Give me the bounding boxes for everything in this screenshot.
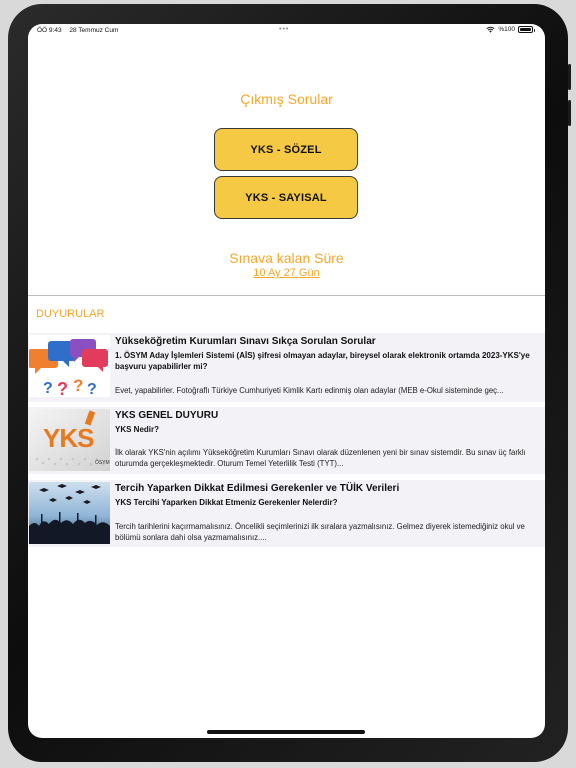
status-date: 28 Temmuz Cum: [69, 27, 119, 34]
section-divider: [28, 295, 545, 296]
announcement-body: Tercih tarihlerini kaçırmamalısınız. Önc…: [115, 522, 525, 542]
svg-text:?: ?: [57, 379, 68, 397]
wifi-icon: [486, 26, 495, 33]
announcement-subtitle: YKS Nedir?: [115, 425, 160, 434]
home-indicator[interactable]: [207, 730, 365, 734]
app-screen: ÖÖ 9:43 28 Temmuz Cum ••• %100 Çıkmış So…: [28, 24, 545, 738]
announcement-body: İlk olarak YKS'nin açılımı Yükseköğretim…: [115, 448, 526, 468]
power-button: [568, 64, 571, 90]
yks-sozel-button[interactable]: YKS - SÖZEL: [214, 128, 358, 171]
battery-icon: [518, 26, 535, 33]
countdown-label: Sınava kalan Süre: [229, 250, 344, 266]
announcement-title: Tercih Yaparken Dikkat Edilmesi Gerekenl…: [115, 483, 400, 494]
announcement-item-faq[interactable]: ? ? ? ? Yükseköğretim Kurumları Sınavı S…: [28, 333, 545, 402]
yks-logo-icon: YKS ÖSYM: [29, 409, 110, 471]
multitask-dots[interactable]: •••: [279, 26, 289, 33]
graduation-caps-icon: [29, 482, 110, 544]
page-title: Çıkmış Sorular: [240, 91, 333, 107]
yks-sayisal-button[interactable]: YKS - SAYISAL: [214, 176, 358, 219]
status-bar: ÖÖ 9:43 28 Temmuz Cum ••• %100: [28, 24, 545, 38]
osym-brand: ÖSYM: [95, 460, 110, 466]
speech-bubbles-question-icon: ? ? ? ?: [29, 335, 110, 397]
svg-text:?: ?: [43, 380, 53, 397]
announcement-title: Yükseköğretim Kurumları Sınavı Sıkça Sor…: [115, 336, 376, 347]
svg-text:?: ?: [73, 376, 83, 395]
announcements-header: DUYURULAR: [36, 308, 105, 320]
yks-thumb-text: YKS: [43, 423, 94, 453]
announcement-item-tercih[interactable]: Tercih Yaparken Dikkat Edilmesi Gerekenl…: [28, 480, 545, 547]
countdown-value[interactable]: 10 Ay 27 Gün: [28, 267, 545, 279]
svg-text:?: ?: [87, 381, 97, 397]
status-time: ÖÖ 9:43: [37, 27, 62, 34]
volume-button: [568, 100, 571, 126]
announcement-subtitle: 1. ÖSYM Aday İşlemleri Sistemi (AİS) şif…: [115, 351, 530, 371]
announcement-subtitle: YKS Tercihi Yaparken Dikkat Etmeniz Gere…: [115, 498, 338, 507]
announcement-body: Evet, yapabilirler. Fotoğraflı Türkiye C…: [115, 386, 504, 395]
announcement-item-yks-general[interactable]: YKS ÖSYM YKS GENEL DUYURU YKS Nedir? İlk…: [28, 407, 545, 474]
battery-percent: %100: [498, 26, 515, 33]
announcement-title: YKS GENEL DUYURU: [115, 410, 219, 421]
